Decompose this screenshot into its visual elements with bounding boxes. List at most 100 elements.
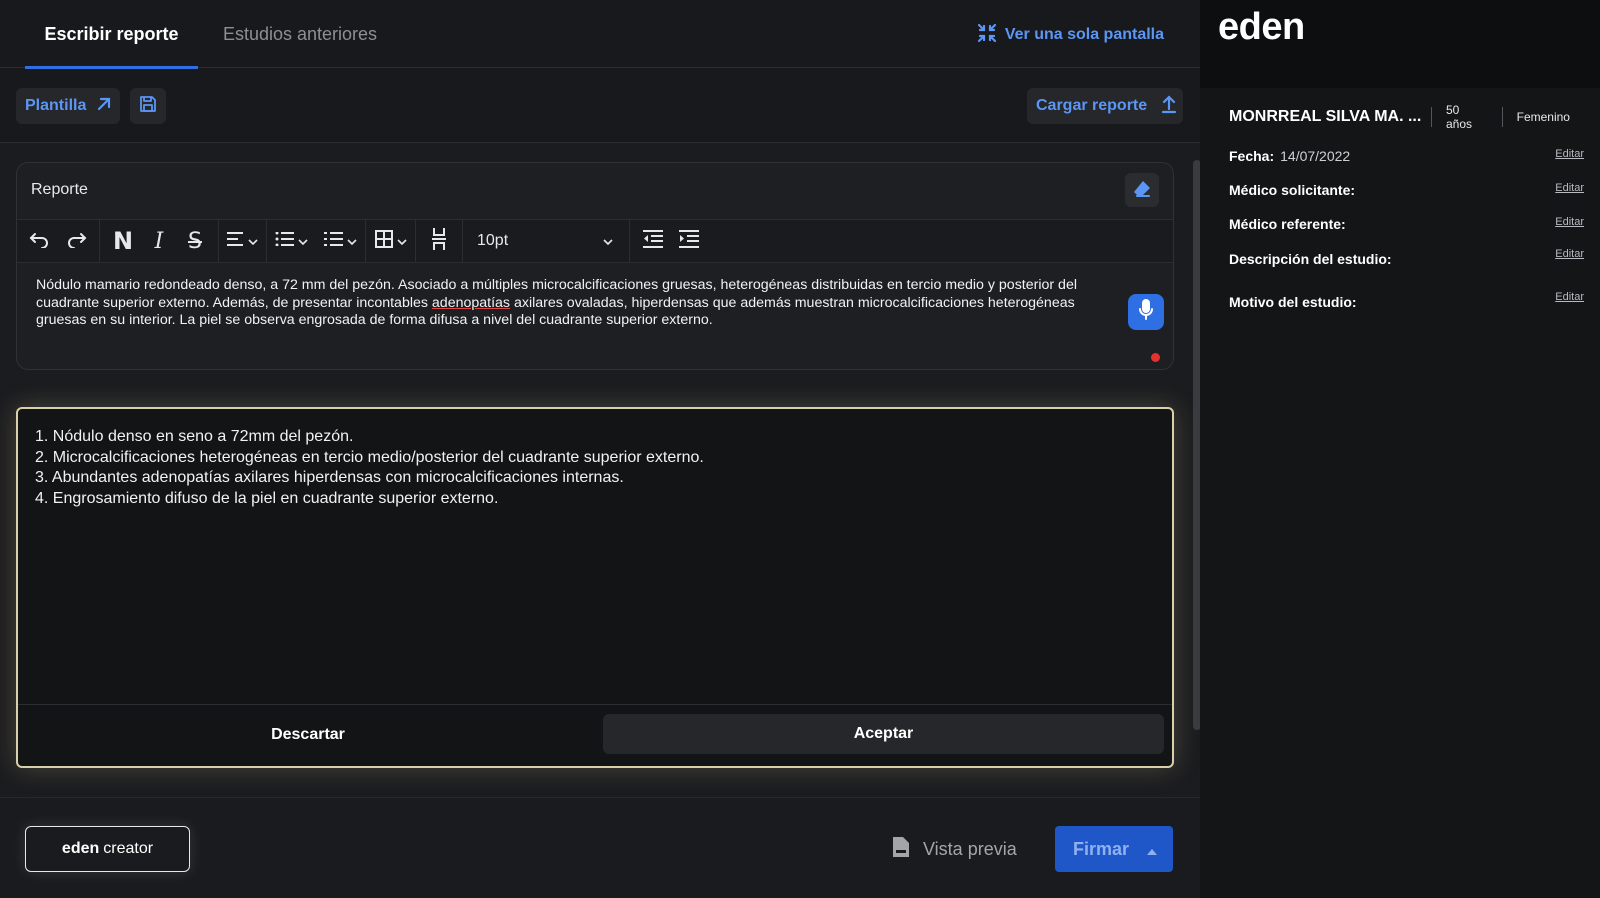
report-text-segment: axilares ovaladas, hiperdensas que ademá… bbox=[510, 294, 1075, 311]
edit-date-link[interactable]: Editar bbox=[1555, 148, 1584, 160]
spellcheck-error-word: adenopatías bbox=[431, 294, 511, 311]
date-field: Fecha: 14/07/2022 bbox=[1229, 148, 1350, 164]
italic-button[interactable]: I bbox=[144, 226, 174, 256]
font-size-value: 10pt bbox=[477, 232, 509, 249]
edit-study-description-link[interactable]: Editar bbox=[1555, 248, 1584, 260]
eden-creator-button[interactable]: eden creator bbox=[25, 826, 190, 872]
page-break-icon bbox=[431, 227, 447, 255]
preview-button[interactable]: Vista previa bbox=[893, 834, 1017, 864]
info-row-study-reason: Motivo del estudio: Editar bbox=[1229, 291, 1584, 310]
table-dropdown[interactable] bbox=[374, 226, 407, 256]
edit-referring-doctor-link[interactable]: Editar bbox=[1555, 216, 1584, 228]
bullet-list-dropdown[interactable] bbox=[275, 226, 308, 256]
summary-item: 2. Microcalcificaciones heterogéneas en … bbox=[35, 448, 704, 466]
chevron-down-icon bbox=[298, 232, 308, 250]
sign-button[interactable]: Firmar bbox=[1055, 826, 1173, 872]
page-break-group bbox=[416, 219, 463, 263]
outdent-icon bbox=[643, 229, 663, 253]
clear-button[interactable] bbox=[1125, 173, 1159, 207]
creator-brand: eden bbox=[61, 840, 100, 857]
caret-up-icon[interactable] bbox=[1147, 839, 1158, 860]
info-row-date: Fecha: 14/07/2022 Editar bbox=[1229, 148, 1584, 164]
report-text-area[interactable]: Nódulo mamario redondeado denso, a 72 mm… bbox=[36, 277, 1164, 330]
save-button[interactable] bbox=[130, 88, 166, 124]
tab-bar: Escribir reporte Estudios anteriores Ver… bbox=[0, 0, 1200, 69]
bold-icon: N bbox=[112, 227, 134, 255]
eraser-icon bbox=[1132, 179, 1152, 202]
page-break-button[interactable] bbox=[424, 226, 454, 256]
redo-icon bbox=[65, 230, 87, 253]
strikethrough-button[interactable]: S bbox=[180, 226, 210, 256]
bold-button[interactable]: N bbox=[108, 226, 138, 256]
pdf-file-icon bbox=[893, 836, 909, 862]
template-button[interactable]: Plantilla bbox=[16, 88, 120, 124]
redo-button[interactable] bbox=[61, 226, 91, 256]
report-text-line: cuadrante superior externo. Además, de p… bbox=[36, 295, 1164, 313]
numbered-list-dropdown[interactable] bbox=[324, 226, 357, 256]
history-group bbox=[17, 219, 100, 263]
ai-summary-actions: Descartar Aceptar bbox=[18, 704, 1172, 766]
align-dropdown[interactable] bbox=[227, 226, 258, 256]
outdent-button[interactable] bbox=[638, 226, 668, 256]
single-screen-label: Ver una sola pantalla bbox=[1004, 26, 1164, 43]
info-row-study-description: Descripción del estudio: Editar bbox=[1229, 248, 1584, 267]
preview-label: Vista previa bbox=[923, 838, 1017, 859]
study-reason-label: Motivo del estudio: bbox=[1229, 294, 1357, 310]
undo-icon bbox=[29, 230, 51, 253]
eden-logo: eden bbox=[1218, 6, 1305, 48]
accept-button[interactable]: Aceptar bbox=[603, 714, 1164, 754]
text-style-group: N I S bbox=[100, 219, 219, 263]
edit-requesting-doctor-link[interactable]: Editar bbox=[1555, 182, 1584, 194]
edit-study-reason-link[interactable]: Editar bbox=[1555, 291, 1584, 303]
tab-write-report[interactable]: Escribir reporte bbox=[25, 0, 198, 69]
indent-icon bbox=[679, 229, 699, 253]
info-row-referring-doctor: Médico referente: Editar bbox=[1229, 216, 1584, 232]
summary-item: 4. Engrosamiento difuso de la piel en cu… bbox=[35, 489, 499, 507]
report-text-segment: cuadrante superior externo. Además, de p… bbox=[36, 294, 432, 311]
patient-name: MONRREAL SILVA MA. ... bbox=[1229, 108, 1422, 125]
indent-group bbox=[630, 219, 712, 263]
strikethrough-icon: S bbox=[188, 228, 202, 254]
upload-report-label: Cargar reporte bbox=[1036, 97, 1148, 114]
chevron-down-icon bbox=[603, 232, 613, 250]
date-label: Fecha: bbox=[1229, 148, 1275, 164]
single-screen-button[interactable]: Ver una sola pantalla bbox=[977, 20, 1164, 50]
undo-button[interactable] bbox=[25, 226, 55, 256]
ai-summary-card: 1. Nódulo denso en seno a 72mm del pezón… bbox=[16, 407, 1174, 768]
align-group bbox=[219, 219, 267, 263]
patient-sex: Femenino bbox=[1516, 110, 1570, 124]
info-row-requesting-doctor: Médico solicitante: Editar bbox=[1229, 182, 1584, 198]
chevron-down-icon bbox=[347, 232, 357, 250]
upload-report-button[interactable]: Cargar reporte bbox=[1027, 88, 1183, 124]
tab-previous-studies[interactable]: Estudios anteriores bbox=[205, 0, 395, 68]
requesting-doctor-label: Médico solicitante: bbox=[1229, 182, 1356, 198]
numbered-list-icon bbox=[324, 231, 344, 251]
ai-summary-text[interactable]: 1. Nódulo denso en seno a 72mm del pezón… bbox=[35, 427, 704, 509]
patient-summary: MONRREAL SILVA MA. ... 50 años Femenino bbox=[1229, 103, 1584, 131]
bullet-list-icon bbox=[275, 231, 295, 251]
summary-item: 1. Nódulo denso en seno a 72mm del pezón… bbox=[35, 428, 354, 445]
table-group bbox=[366, 219, 416, 263]
app-root: Escribir reporte Estudios anteriores Ver… bbox=[0, 0, 1600, 898]
report-editor: Reporte N I S 10pt Nódulo mamario redond… bbox=[16, 162, 1174, 370]
external-link-icon bbox=[96, 96, 112, 117]
report-actions-row: Plantilla Cargar reporte bbox=[0, 68, 1200, 143]
indent-button[interactable] bbox=[674, 226, 704, 256]
patient-sidebar: eden MONRREAL SILVA MA. ... 50 años Feme… bbox=[1200, 0, 1600, 898]
template-label: Plantilla bbox=[25, 97, 87, 114]
report-panel: Escribir reporte Estudios anteriores Ver… bbox=[0, 0, 1201, 898]
report-text-line: gruesas en su interior. La piel se obser… bbox=[36, 312, 713, 328]
summary-item: 3. Abundantes adenopatías axilares hiper… bbox=[35, 469, 624, 487]
report-text-line: Nódulo mamario redondeado denso, a 72 mm… bbox=[36, 277, 1077, 293]
dictation-button[interactable] bbox=[1128, 294, 1164, 330]
study-description-label: Descripción del estudio: bbox=[1229, 251, 1392, 267]
recording-indicator bbox=[1151, 353, 1160, 362]
discard-button[interactable]: Descartar bbox=[18, 705, 598, 765]
list-group bbox=[267, 219, 366, 263]
table-icon bbox=[374, 229, 394, 254]
font-size-select[interactable]: 10pt bbox=[471, 226, 621, 256]
bottom-action-bar: eden creator Vista previa Firmar bbox=[0, 797, 1200, 898]
sidebar-header: eden bbox=[1200, 0, 1600, 88]
font-size-group: 10pt bbox=[463, 219, 630, 263]
referring-doctor-label: Médico referente: bbox=[1229, 216, 1346, 232]
